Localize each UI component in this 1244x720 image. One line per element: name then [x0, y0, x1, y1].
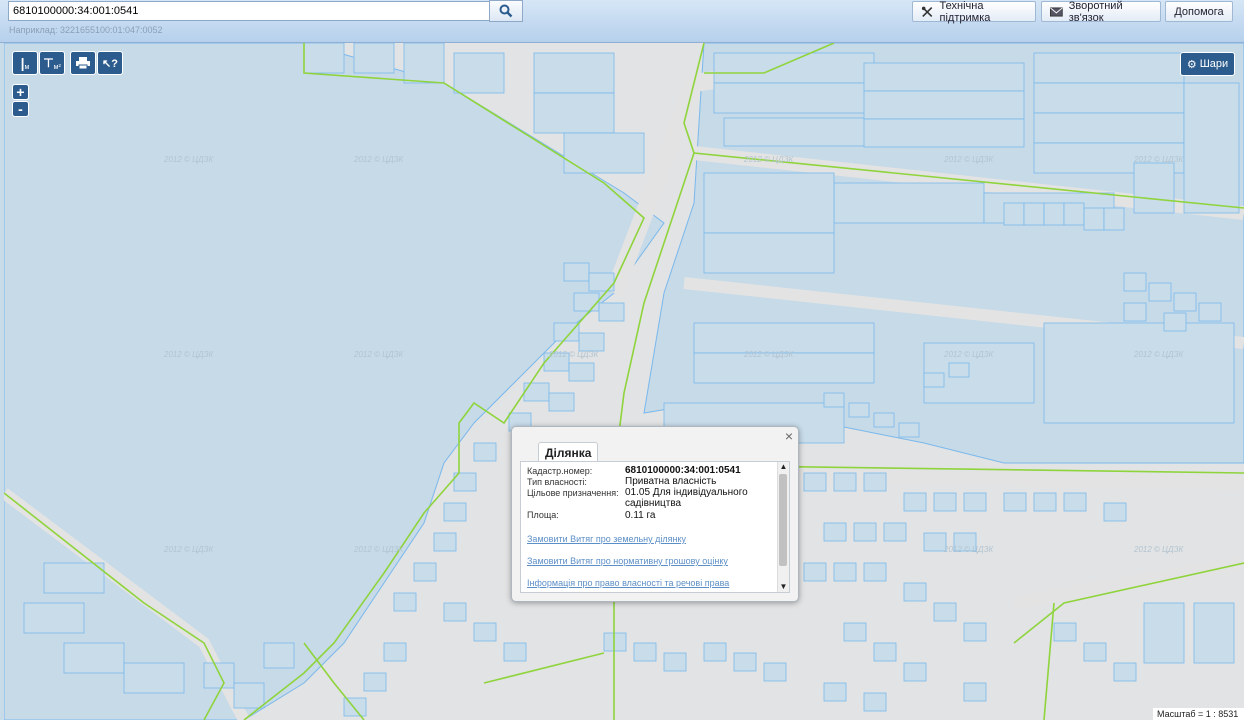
gear-icon: ⚙	[1186, 58, 1197, 71]
popup-scrollbar[interactable]: ▲ ▼	[777, 462, 789, 592]
watermark: 2012 © ЦДЗК	[944, 350, 994, 359]
popup-close-button[interactable]: ×	[785, 428, 793, 444]
watermark: 2012 © ЦДЗК	[944, 545, 994, 554]
identify-button[interactable]: ↖?	[97, 51, 123, 75]
help-button[interactable]: Допомога	[1165, 1, 1233, 22]
search-input[interactable]	[8, 1, 490, 21]
road	[1012, 556, 1244, 610]
cursor-question-icon: ↖?	[102, 57, 118, 70]
watermark: 2012 © ЦДЗК	[1134, 545, 1184, 554]
watermark: 2012 © ЦДЗК	[354, 350, 404, 359]
field-label: Цільове призначення:	[527, 488, 619, 498]
support-button[interactable]: Технічна підтримка	[912, 0, 1036, 24]
search-hint: Наприклад: 3221655100:01:047:0052	[9, 25, 163, 35]
field-label: Кадастр.номер:	[527, 466, 593, 476]
search-button[interactable]	[489, 0, 523, 22]
scale-indicator: Масштаб = 1 : 8531	[1153, 708, 1244, 720]
watermark: 2012 © ЦДЗК	[164, 155, 214, 164]
measure-length-button[interactable]: | м	[12, 51, 38, 75]
map-canvas[interactable]: 2012 © ЦДЗК 2012 © ЦДЗК 2012 © ЦДЗК 2012…	[4, 43, 1244, 720]
tools-icon	[921, 6, 933, 17]
feedback-button[interactable]: Зворотний зв'язок	[1041, 0, 1161, 24]
print-icon	[76, 57, 90, 69]
layers-label: Шари	[1199, 58, 1229, 70]
watermark: 2012 © ЦДЗК	[354, 545, 404, 554]
print-button[interactable]	[70, 51, 96, 75]
zoom-in-button[interactable]: +	[12, 84, 29, 100]
length-unit: м	[24, 63, 30, 71]
watermark: 2012 © ЦДЗК	[164, 350, 214, 359]
scroll-thumb[interactable]	[779, 474, 787, 566]
order-valuation-extract-link[interactable]: Замовити Витяг про нормативну грошову оц…	[527, 556, 728, 566]
watermark: 2012 © ЦДЗК	[1134, 155, 1184, 164]
popup-content: Кадастр.номер: 6810100000:34:001:0541 Ти…	[520, 461, 790, 593]
zoom-out-button[interactable]: -	[12, 101, 29, 117]
field-label: Площа:	[527, 510, 559, 520]
watermark: 2012 © ЦДЗК	[1134, 350, 1184, 359]
measure-area-button[interactable]: ⊤ м²	[39, 51, 65, 75]
area-unit: м²	[53, 63, 61, 71]
help-label: Допомога	[1174, 5, 1224, 18]
area-icon: ⊤	[43, 56, 54, 70]
cadastral-number-value: 6810100000:34:001:0541	[625, 465, 741, 476]
purpose-value: 01.05 Для індивідуального садівництва	[625, 487, 748, 509]
ownership-info-link[interactable]: Інформація про право власності та речові…	[527, 578, 729, 588]
order-parcel-extract-link[interactable]: Замовити Витяг про земельну ділянку	[527, 534, 686, 544]
parcel-info-popup: × Ділянка Кадастр.номер: 6810100000:34:0…	[511, 426, 799, 602]
field-label: Тип власності:	[527, 477, 587, 487]
ownership-type-value: Приватна власність	[625, 476, 717, 487]
support-label: Технічна підтримка	[939, 0, 991, 24]
search-icon	[499, 4, 513, 18]
feedback-label: Зворотний зв'язок	[1068, 0, 1123, 24]
watermark: 2012 © ЦДЗК	[744, 155, 794, 164]
watermark: 2012 © ЦДЗК	[354, 155, 404, 164]
map-layer	[4, 43, 1244, 720]
scroll-down-icon[interactable]: ▼	[778, 582, 789, 592]
top-bar: Наприклад: 3221655100:01:047:0052 Техніч…	[0, 0, 1244, 43]
area-value: 0.11 га	[625, 510, 656, 521]
watermark: 2012 © ЦДЗК	[549, 350, 599, 359]
watermark: 2012 © ЦДЗК	[164, 545, 214, 554]
scroll-up-icon[interactable]: ▲	[778, 462, 789, 472]
watermark: 2012 © ЦДЗК	[744, 350, 794, 359]
mail-icon	[1050, 6, 1063, 17]
layers-button[interactable]: ⚙ Шари	[1180, 52, 1235, 76]
watermark: 2012 © ЦДЗК	[944, 155, 994, 164]
tab-parcel[interactable]: Ділянка	[538, 442, 599, 462]
